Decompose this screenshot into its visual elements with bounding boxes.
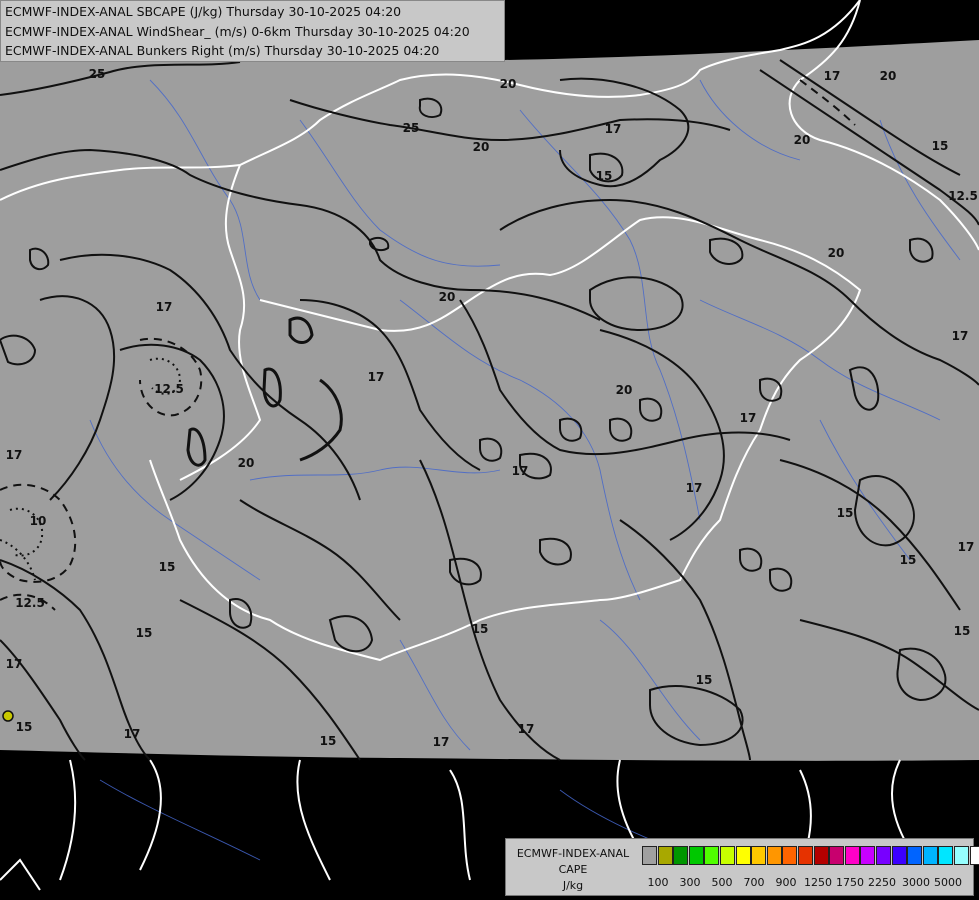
legend-swatch xyxy=(657,846,673,865)
legend-tick-label: 100 xyxy=(647,876,669,889)
legend-swatch xyxy=(860,846,876,865)
contour-label: 20 xyxy=(238,456,255,470)
contour-label: 20 xyxy=(473,140,490,154)
legend-swatch xyxy=(751,846,767,865)
legend-swatch xyxy=(813,846,829,865)
contour-label: 17 xyxy=(6,448,23,462)
contour-label: 20 xyxy=(880,69,897,83)
contour-label: 17 xyxy=(433,735,450,749)
legend-swatch xyxy=(735,846,751,865)
legend-tick-label: 3000 xyxy=(902,876,930,889)
legend-swatch xyxy=(891,846,907,865)
contour-label: 10 xyxy=(30,514,47,528)
contour-label: 15 xyxy=(837,506,854,520)
contour-label: 20 xyxy=(500,77,517,91)
contour-label: 15 xyxy=(954,624,971,638)
contour-label: 17 xyxy=(740,411,757,425)
contour-label: 17 xyxy=(952,329,969,343)
model-domain xyxy=(0,40,979,761)
contour-label: 20 xyxy=(439,290,456,304)
legend-swatch xyxy=(798,846,813,865)
contour-label: 25 xyxy=(89,67,106,81)
legend-swatch xyxy=(876,846,891,865)
legend-swatch xyxy=(766,846,782,865)
contour-label: 20 xyxy=(828,246,845,260)
contour-label: 15 xyxy=(696,673,713,687)
contour-label: 17 xyxy=(124,727,141,741)
weather-map: 25 25 20 20 17 15 17 20 20 15 12.5 20 20 17 12.5 17 20 17… xyxy=(0,0,979,900)
legend-swatch xyxy=(688,846,704,865)
legend-tick-label: 5000 xyxy=(934,876,962,889)
contour-label: 12.5 xyxy=(154,382,184,396)
legend-swatch xyxy=(673,846,689,865)
cape-spot xyxy=(2,710,14,722)
contour-label: 17 xyxy=(512,464,529,478)
contour-label: 12.5 xyxy=(948,189,978,203)
contour-label: 17 xyxy=(6,657,23,671)
contour-label: 17 xyxy=(824,69,841,83)
contour-label: 20 xyxy=(794,133,811,147)
contour-label: 17 xyxy=(958,540,975,554)
title-sbcape: ECMWF-INDEX-ANAL SBCAPE (J/kg) Thursday … xyxy=(5,4,402,19)
legend-tick-label: 1250 xyxy=(804,876,832,889)
contour-label: 17 xyxy=(156,300,173,314)
legend-tick-label: 900 xyxy=(775,876,797,889)
contour-label: 20 xyxy=(616,383,633,397)
legend-swatch xyxy=(720,846,735,865)
legend-name-source: ECMWF-INDEX-ANAL xyxy=(516,847,630,860)
legend-tick-label: 700 xyxy=(743,876,765,889)
legend-swatch xyxy=(782,846,798,865)
contour-label: 25 xyxy=(403,121,420,135)
legend-swatch xyxy=(907,846,923,865)
contour-label: 17 xyxy=(368,370,385,384)
legend-swatch xyxy=(922,846,938,865)
contour-label: 17 xyxy=(605,122,622,136)
contour-label: 15 xyxy=(900,553,917,567)
legend-swatch xyxy=(844,846,860,865)
legend-name-variable: CAPE xyxy=(558,863,588,876)
legend-swatch xyxy=(938,846,954,865)
cape-legend: ECMWF-INDEX-ANAL CAPE J/kg 100 300 500 700 9… xyxy=(505,838,979,896)
contour-label: 12.5 xyxy=(15,596,45,610)
contour-label: 15 xyxy=(320,734,337,748)
legend-name-units: J/kg xyxy=(562,879,584,892)
contour-label: 15 xyxy=(159,560,176,574)
legend-tick-label: 2250 xyxy=(868,876,896,889)
title-windshear: ECMWF-INDEX-ANAL WindShear_ (m/s) 0-6km … xyxy=(5,24,470,39)
title-box: ECMWF-INDEX-ANAL SBCAPE (J/kg) Thursday … xyxy=(0,0,505,62)
contour-label: 17 xyxy=(686,481,703,495)
contour-label: 17 xyxy=(518,722,535,736)
legend-tick-label: 1750 xyxy=(836,876,864,889)
legend-swatch xyxy=(969,846,979,865)
legend-swatch xyxy=(704,846,720,865)
legend-swatch xyxy=(954,846,969,865)
legend-swatch xyxy=(642,846,657,865)
legend-tick-label: 300 xyxy=(679,876,701,889)
contour-label: 15 xyxy=(136,626,153,640)
contour-label: 15 xyxy=(932,139,949,153)
contour-label: 15 xyxy=(472,622,489,636)
legend-tick-label: 500 xyxy=(711,876,733,889)
contour-label: 15 xyxy=(16,720,33,734)
contour-label: 15 xyxy=(596,169,613,183)
legend-swatch xyxy=(829,846,845,865)
title-bunkers: ECMWF-INDEX-ANAL Bunkers Right (m/s) Thu… xyxy=(5,43,440,58)
